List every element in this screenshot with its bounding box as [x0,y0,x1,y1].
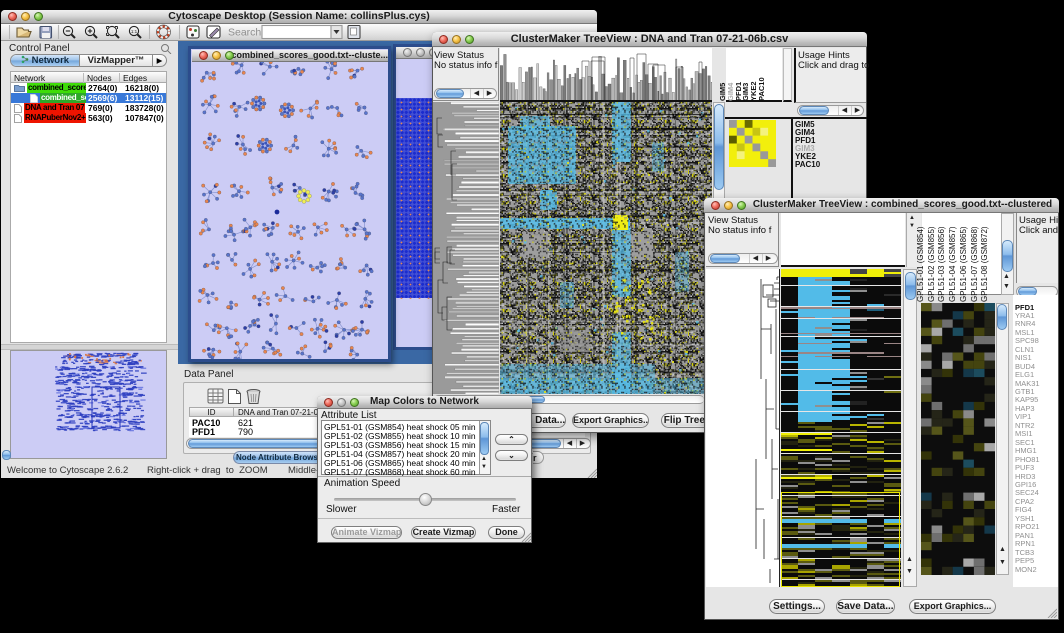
svg-text:1:1: 1:1 [131,29,138,34]
svg-text:Search:: Search: [228,27,264,39]
